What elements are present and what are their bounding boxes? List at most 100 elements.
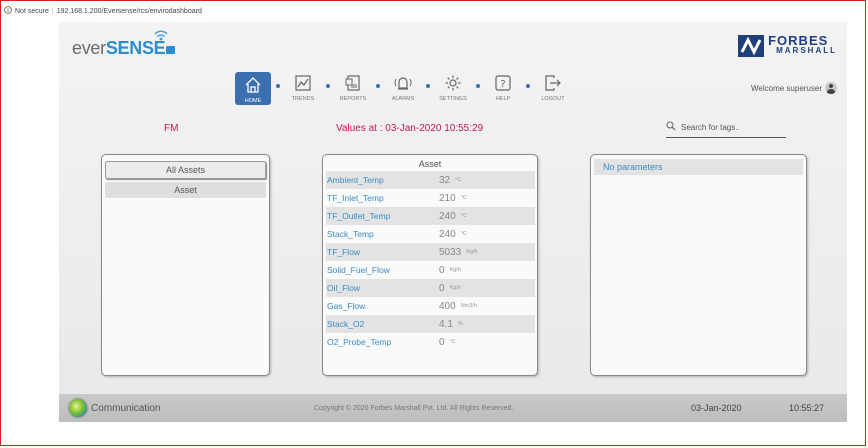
parameter-row[interactable]: TF_Inlet_Temp 210 °C bbox=[326, 189, 535, 207]
wifi-icon bbox=[154, 30, 168, 41]
status-footer: Communication Copyright © 2020 Forbes Ma… bbox=[59, 394, 847, 422]
param-unit: Kg/h bbox=[466, 249, 478, 255]
url-separator: | bbox=[51, 7, 54, 15]
param-value: 400 bbox=[439, 300, 456, 312]
asset-values-panel: Asset Ambient_Temp 32 °C TF_Inlet_Temp 210 °… bbox=[322, 154, 538, 376]
nav-logout[interactable]: LOGOUT bbox=[530, 72, 576, 102]
param-value: 240 bbox=[439, 228, 456, 240]
home-icon bbox=[242, 74, 264, 96]
panel-title: Asset bbox=[418, 159, 442, 169]
parameter-row[interactable]: Oil_Flow 0 Kg/h bbox=[326, 279, 535, 297]
assets-panel: All Assets Asset bbox=[101, 154, 270, 376]
param-name: TF_Inlet_Temp bbox=[327, 193, 384, 203]
all-assets-button[interactable]: All Assets bbox=[105, 161, 266, 179]
alarms-icon bbox=[392, 72, 414, 94]
param-name: Stack_O2 bbox=[327, 319, 365, 329]
parameter-row[interactable]: O2_Probe_Temp 0 °C bbox=[326, 333, 535, 351]
values-timestamp: Values at : 03-Jan-2020 10:55:29 bbox=[336, 123, 484, 134]
nav-label: TRENDS bbox=[291, 96, 315, 102]
nav-home[interactable]: HOME bbox=[235, 72, 271, 105]
user-avatar-icon[interactable] bbox=[825, 82, 837, 94]
footer-time: 10:55:27 bbox=[789, 403, 825, 413]
param-unit: Kg/h bbox=[449, 285, 461, 291]
nav-reports[interactable]: REPORTS bbox=[330, 72, 376, 102]
param-name: Ambient_Temp bbox=[327, 175, 384, 185]
param-unit: Nm3/h bbox=[460, 303, 477, 309]
main-nav: HOME TRENDS REPORTS ALARMS SETTINGS ? HE… bbox=[235, 72, 576, 105]
tag-search bbox=[666, 118, 786, 138]
parameter-row[interactable]: Stack_O2 4.1% bbox=[326, 315, 535, 333]
communication-label: Communication bbox=[91, 402, 161, 414]
parameter-list: Ambient_Temp 32 °C TF_Inlet_Temp 210 °C TF_O… bbox=[326, 171, 535, 351]
parameter-row[interactable]: TF_Outlet_Temp 240 °C bbox=[326, 207, 535, 225]
nav-alarms[interactable]: ALARMS bbox=[380, 72, 426, 102]
param-name: TF_Outlet_Temp bbox=[327, 211, 391, 221]
app-window: everSENSE FORBES MARSHALL HOME TRENDS RE… bbox=[59, 22, 847, 422]
svg-text:?: ? bbox=[500, 79, 505, 90]
nav-label: ALARMS bbox=[391, 96, 415, 102]
nav-label: LOGOUT bbox=[541, 96, 565, 102]
param-value: 32 bbox=[439, 174, 451, 186]
trends-icon bbox=[292, 72, 314, 94]
param-name: Oil_Flow bbox=[327, 283, 361, 293]
info-icon[interactable] bbox=[4, 6, 12, 16]
eversense-logo: everSENSE bbox=[72, 30, 176, 59]
param-value: 5033 bbox=[439, 246, 462, 258]
param-name: Gas_Flow bbox=[327, 301, 366, 311]
communication-status[interactable]: Communication bbox=[69, 399, 160, 417]
company-name-line2: MARSHALL bbox=[776, 46, 837, 55]
forbes-marshall-logo: FORBES MARSHALL bbox=[738, 33, 837, 57]
no-parameters-message: No parameters bbox=[594, 159, 803, 175]
nav-settings[interactable]: SETTINGS bbox=[430, 72, 476, 102]
param-unit: °C bbox=[460, 231, 467, 237]
param-name: TF_Flow bbox=[327, 247, 361, 257]
param-unit: % bbox=[457, 321, 463, 327]
logo-text-ever: ever bbox=[72, 38, 106, 58]
param-unit: °C bbox=[460, 195, 467, 201]
fm-mark-icon bbox=[738, 35, 765, 57]
address-bar[interactable]: Not secure | 192.168.1.200/Eversense/rcs… bbox=[4, 5, 202, 17]
param-value: 210 bbox=[439, 192, 456, 204]
param-unit: Kg/h bbox=[449, 267, 461, 273]
parameter-row[interactable]: Ambient_Temp 32 °C bbox=[326, 171, 535, 189]
nav-label: HELP bbox=[495, 96, 511, 102]
param-value: 4.1 bbox=[439, 318, 453, 330]
footer-date: 03-Jan-2020 bbox=[691, 403, 742, 413]
parameter-row[interactable]: Gas_Flow 400 Nm3/h bbox=[326, 297, 535, 315]
param-value: 0 bbox=[439, 264, 445, 276]
help-icon: ? bbox=[492, 72, 514, 94]
search-input[interactable] bbox=[679, 121, 783, 133]
parameter-row[interactable]: TF_Flow 5033 Kg/h bbox=[326, 243, 535, 261]
nav-trends[interactable]: TRENDS bbox=[280, 72, 326, 102]
param-unit: °C bbox=[449, 339, 456, 345]
param-name: Stack_Temp bbox=[327, 229, 374, 239]
company-name-line1: FORBES bbox=[768, 33, 829, 48]
parameters-panel: No parameters bbox=[590, 154, 807, 376]
logout-icon bbox=[542, 72, 564, 94]
nav-help[interactable]: ? HELP bbox=[480, 72, 526, 102]
copyright-text: Copyright © 2020 Forbes Marshall Pvt. Lt… bbox=[314, 405, 514, 412]
welcome-user[interactable]: Welcome superuser bbox=[751, 82, 837, 94]
param-unit: °C bbox=[460, 213, 467, 219]
nav-label: HOME bbox=[244, 98, 262, 104]
param-value: 0 bbox=[439, 336, 445, 348]
parameter-row[interactable]: Solid_Fuel_Flow 0 Kg/h bbox=[326, 261, 535, 279]
param-value: 0 bbox=[439, 282, 445, 294]
communication-status-icon bbox=[69, 399, 87, 417]
param-name: Solid_Fuel_Flow bbox=[327, 265, 390, 275]
parameter-row[interactable]: Stack_Temp 240 °C bbox=[326, 225, 535, 243]
url-text[interactable]: 192.168.1.200/Eversense/rcs/envirodashbo… bbox=[57, 8, 202, 15]
security-label: Not secure bbox=[15, 7, 49, 15]
param-name: O2_Probe_Temp bbox=[327, 337, 392, 347]
param-value: 240 bbox=[439, 210, 456, 222]
asset-item[interactable]: Asset bbox=[105, 182, 266, 198]
reports-icon bbox=[342, 72, 364, 94]
settings-icon bbox=[442, 72, 464, 94]
nav-label: SETTINGS bbox=[439, 96, 467, 102]
logo-cube-icon bbox=[166, 46, 176, 54]
site-name: FM bbox=[164, 123, 179, 134]
param-unit: °C bbox=[455, 177, 462, 183]
nav-label: REPORTS bbox=[339, 96, 367, 102]
welcome-text: Welcome superuser bbox=[751, 83, 822, 93]
search-icon[interactable] bbox=[666, 118, 676, 136]
